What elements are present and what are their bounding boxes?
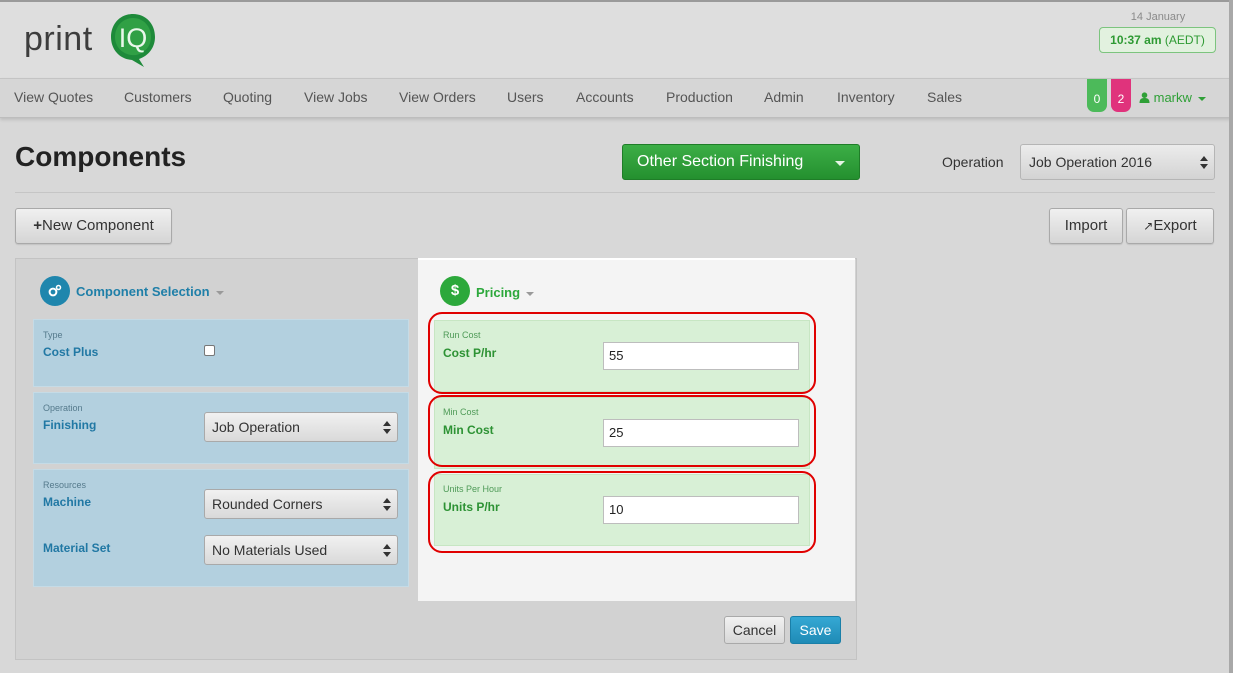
machine-select[interactable]: Rounded Corners — [204, 489, 398, 519]
top-header: print IQ 14 January 10:37 am (AEDT) — [0, 0, 1233, 78]
pricing-label: Pricing — [476, 285, 521, 300]
time-display: 10:37 am (AEDT) — [1099, 27, 1216, 53]
resources-label: Resources — [43, 480, 87, 490]
nav-view-jobs[interactable]: View Jobs — [304, 79, 368, 117]
operation-value-label: Finishing — [43, 418, 97, 432]
type-value: Cost Plus — [43, 345, 99, 359]
material-set-select[interactable]: No Materials Used — [204, 535, 398, 565]
pricing-heading[interactable]: Pricing — [476, 285, 535, 300]
user-menu[interactable]: markw — [1139, 79, 1206, 117]
component-selection-label: Component Selection — [76, 284, 210, 299]
select-arrows-icon — [1200, 156, 1208, 170]
section-dropdown-label: Other Section Finishing — [637, 153, 804, 170]
select-arrows-icon — [383, 498, 391, 512]
job-operation-select-value: Job Operation — [212, 419, 300, 435]
dollar-icon: $ — [440, 276, 470, 306]
plus-icon: + — [33, 217, 43, 234]
nav-quoting[interactable]: Quoting — [223, 79, 272, 117]
type-label: Type — [43, 330, 63, 340]
highlight-min-cost — [428, 395, 816, 467]
operation-select-value: Job Operation 2016 — [1029, 154, 1152, 170]
caret-down-icon — [835, 161, 845, 166]
caret-down-icon — [215, 290, 224, 295]
printiq-logo[interactable]: print IQ — [24, 12, 184, 74]
gears-icon — [40, 276, 70, 306]
save-button[interactable]: Save — [790, 616, 841, 644]
notification-badge-green[interactable]: 0 — [1087, 79, 1107, 112]
nav-production[interactable]: Production — [666, 79, 733, 117]
operation-label: Operation — [942, 154, 1004, 170]
operation-block: Operation Finishing Job Operation — [33, 392, 409, 464]
nav-admin[interactable]: Admin — [764, 79, 804, 117]
nav-users[interactable]: Users — [507, 79, 544, 117]
select-arrows-icon — [383, 421, 391, 435]
chevron-down-icon — [1197, 96, 1206, 101]
job-operation-select[interactable]: Job Operation — [204, 412, 398, 442]
timezone: (AEDT) — [1164, 33, 1205, 47]
logo-print-text: print — [24, 20, 93, 58]
export-button[interactable]: ↗Export — [1126, 208, 1214, 244]
export-label: Export — [1153, 217, 1197, 234]
operation-small-label: Operation — [43, 403, 83, 413]
main-nav: View Quotes Customers Quoting View Jobs … — [0, 78, 1233, 118]
user-name: markw — [1153, 90, 1192, 105]
new-component-button[interactable]: +New Component — [15, 208, 172, 244]
resources-block: Resources Machine Rounded Corners Materi… — [33, 469, 409, 587]
divider — [15, 192, 1215, 193]
page-title: Components — [15, 141, 187, 172]
nav-customers[interactable]: Customers — [124, 79, 192, 117]
time-value: 10:37 am — [1110, 33, 1162, 47]
nav-view-orders[interactable]: View Orders — [399, 79, 476, 117]
notification-badge-pink[interactable]: 2 — [1111, 79, 1131, 112]
material-set-label: Material Set — [43, 541, 111, 555]
window-edge — [1229, 0, 1233, 673]
machine-select-value: Rounded Corners — [212, 496, 323, 512]
import-button[interactable]: Import — [1049, 208, 1123, 244]
component-selection-heading[interactable]: Component Selection — [76, 284, 224, 299]
logo-iq-bubble-icon: IQ — [111, 14, 155, 67]
machine-label: Machine — [43, 495, 92, 509]
material-set-select-value: No Materials Used — [212, 542, 328, 558]
caret-down-icon — [526, 291, 535, 296]
pricing-card: $ Pricing Run Cost Cost P/hr 55 Min Cost… — [418, 258, 855, 601]
new-component-label: New Component — [42, 217, 154, 234]
cost-plus-checkbox[interactable] — [204, 345, 215, 356]
nav-sales[interactable]: Sales — [927, 79, 962, 117]
nav-inventory[interactable]: Inventory — [837, 79, 895, 117]
user-icon — [1139, 92, 1150, 103]
cancel-button[interactable]: Cancel — [724, 616, 785, 644]
date-display: 14 January — [1130, 11, 1186, 23]
highlight-units-per-hour — [428, 471, 816, 553]
highlight-run-cost — [428, 312, 816, 394]
section-dropdown[interactable]: Other Section Finishing — [622, 144, 860, 180]
nav-view-quotes[interactable]: View Quotes — [14, 79, 93, 117]
nav-accounts[interactable]: Accounts — [576, 79, 634, 117]
select-arrows-icon — [383, 544, 391, 558]
export-icon: ↗ — [1143, 219, 1154, 233]
logo-iq-text: IQ — [119, 23, 148, 53]
operation-select[interactable]: Job Operation 2016 — [1020, 144, 1215, 180]
type-block: Type Cost Plus — [33, 319, 409, 387]
